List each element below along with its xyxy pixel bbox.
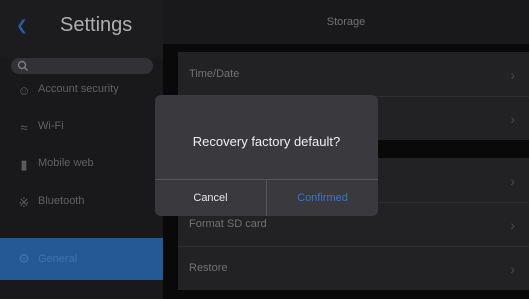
- dialog-message: Recovery factory default?: [192, 134, 341, 149]
- cancel-button[interactable]: Cancel: [155, 180, 266, 216]
- confirm-button[interactable]: Confirmed: [267, 180, 378, 216]
- confirm-dialog: Recovery factory default? Cancel Confirm…: [155, 95, 378, 216]
